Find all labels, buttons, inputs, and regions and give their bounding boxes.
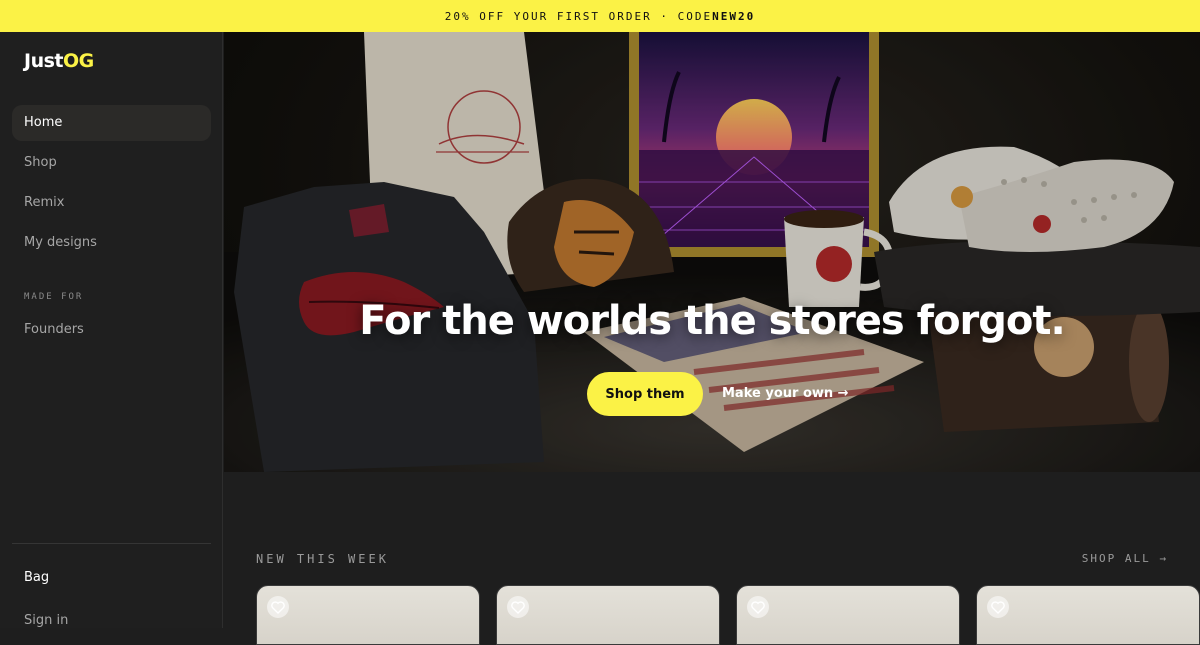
product-card[interactable] xyxy=(736,585,960,645)
sidebar: JustOG Home Shop Remix My designs MADE F… xyxy=(0,32,223,628)
promo-code: NEW20 xyxy=(712,9,756,23)
sidebar-divider xyxy=(12,543,211,544)
promo-banner[interactable]: 20% OFF YOUR FIRST ORDER · CODE NEW20 xyxy=(0,0,1200,32)
heart-icon[interactable] xyxy=(507,596,529,618)
sidebar-item-founders[interactable]: Founders xyxy=(12,312,211,348)
sidebar-item-remix[interactable]: Remix xyxy=(12,185,211,221)
shop-all-link[interactable]: SHOP ALL → xyxy=(1082,552,1168,565)
product-card[interactable] xyxy=(496,585,720,645)
logo[interactable]: JustOG xyxy=(24,50,94,72)
new-this-week-section: NEW THIS WEEK SHOP ALL → xyxy=(224,472,1200,645)
bag-link[interactable]: Bag xyxy=(24,570,49,585)
section-title: NEW THIS WEEK xyxy=(256,552,389,566)
sidebar-item-shop[interactable]: Shop xyxy=(12,145,211,181)
sidebar-item-home[interactable]: Home xyxy=(12,105,211,141)
logo-og: OG xyxy=(63,50,94,72)
heart-icon[interactable] xyxy=(267,596,289,618)
make-your-own-link[interactable]: Make your own → xyxy=(722,372,849,416)
sign-in-link[interactable]: Sign in xyxy=(24,613,68,628)
shop-them-button[interactable]: Shop them xyxy=(587,372,703,416)
product-card[interactable] xyxy=(256,585,480,645)
made-for-label: MADE FOR xyxy=(24,292,84,302)
heart-icon[interactable] xyxy=(987,596,1009,618)
sidebar-nav: Home Shop Remix My designs xyxy=(12,105,211,265)
promo-text: 20% OFF YOUR FIRST ORDER · CODE xyxy=(444,9,713,23)
hero-product-image xyxy=(224,32,1200,472)
heart-icon[interactable] xyxy=(747,596,769,618)
made-for-nav: Founders xyxy=(12,312,211,352)
sidebar-item-my-designs[interactable]: My designs xyxy=(12,225,211,261)
hero-banner: For the worlds the stores forgot. Shop t… xyxy=(224,32,1200,472)
logo-just: Just xyxy=(24,50,64,72)
hero-title: For the worlds the stores forgot. xyxy=(359,298,1065,344)
product-card[interactable] xyxy=(976,585,1200,645)
